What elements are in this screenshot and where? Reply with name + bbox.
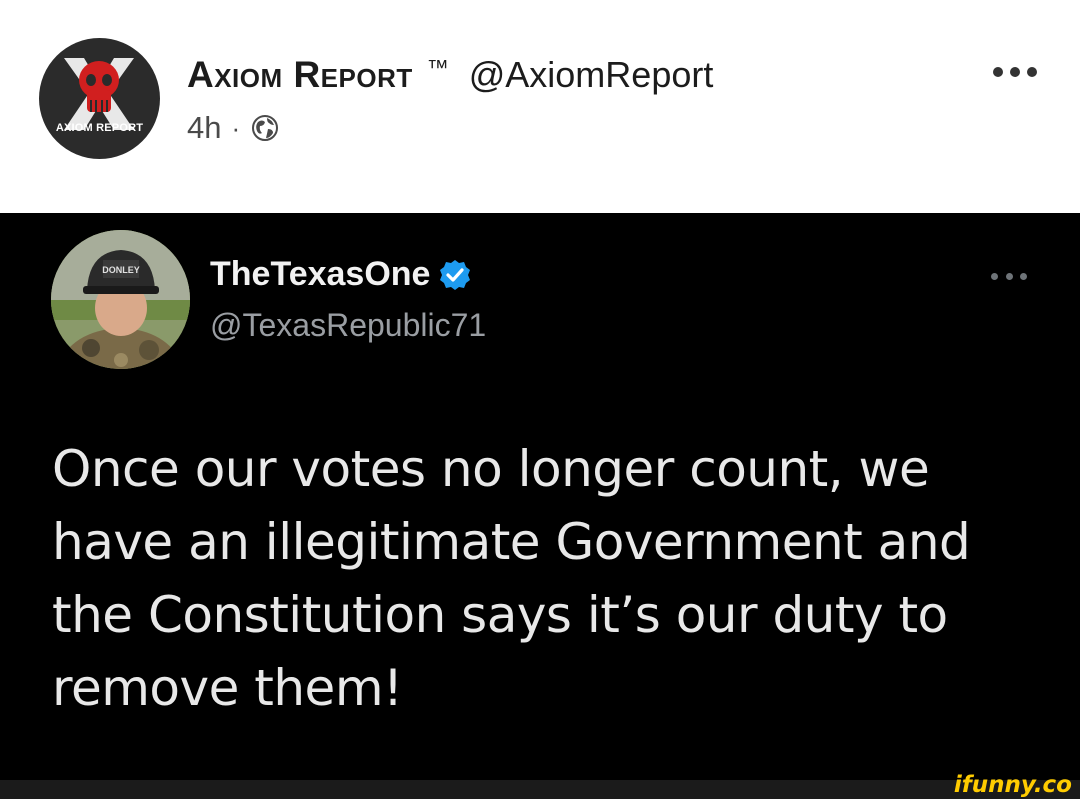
author-name[interactable]: Axiom Report <box>187 54 413 96</box>
more-dot <box>993 67 1003 77</box>
more-dot <box>1027 67 1037 77</box>
more-dot <box>1010 67 1020 77</box>
globe-icon <box>252 115 279 141</box>
tweet-handle[interactable]: @TexasRepublic71 <box>210 307 486 344</box>
tweet-more-icon <box>991 271 1027 281</box>
more-dot <box>991 272 998 280</box>
trademark-symbol: ™ <box>426 55 449 80</box>
author-handle[interactable]: @AxiomReport <box>469 54 714 96</box>
post-meta: 4h · <box>187 110 280 146</box>
meta-separator: · <box>231 112 241 143</box>
author-avatar[interactable]: AXIOM REPORT <box>39 38 160 159</box>
tweet-display-name[interactable]: TheTexasOne <box>210 255 430 294</box>
avatar-logo-text: AXIOM REPORT <box>55 122 144 134</box>
hat-text: DONLEY <box>102 265 140 275</box>
axiom-logo-icon <box>64 58 134 130</box>
profile-photo: DONLEY <box>51 230 190 369</box>
author-line: Axiom Report ™ @AxiomReport <box>187 54 713 98</box>
more-options-button[interactable] <box>993 62 1037 82</box>
tweet-name-line: TheTexasOne <box>210 255 472 294</box>
tweet-text: Once our votes no longer count, we have … <box>52 440 971 717</box>
more-dot <box>1005 272 1013 280</box>
tweet-avatar: DONLEY <box>51 230 190 369</box>
tweet-screenshot: DONLEY TheTexasOne @TexasRepublic71 Once… <box>0 213 1080 780</box>
post-time[interactable]: 4h <box>187 110 221 146</box>
post-header: AXIOM REPORT Axiom Report ™ @AxiomReport… <box>0 0 1080 213</box>
ifunny-watermark: ifunny.co <box>953 772 1072 798</box>
verified-badge-icon <box>440 259 471 290</box>
bottom-bar <box>0 780 1080 799</box>
more-dot <box>1020 272 1027 280</box>
